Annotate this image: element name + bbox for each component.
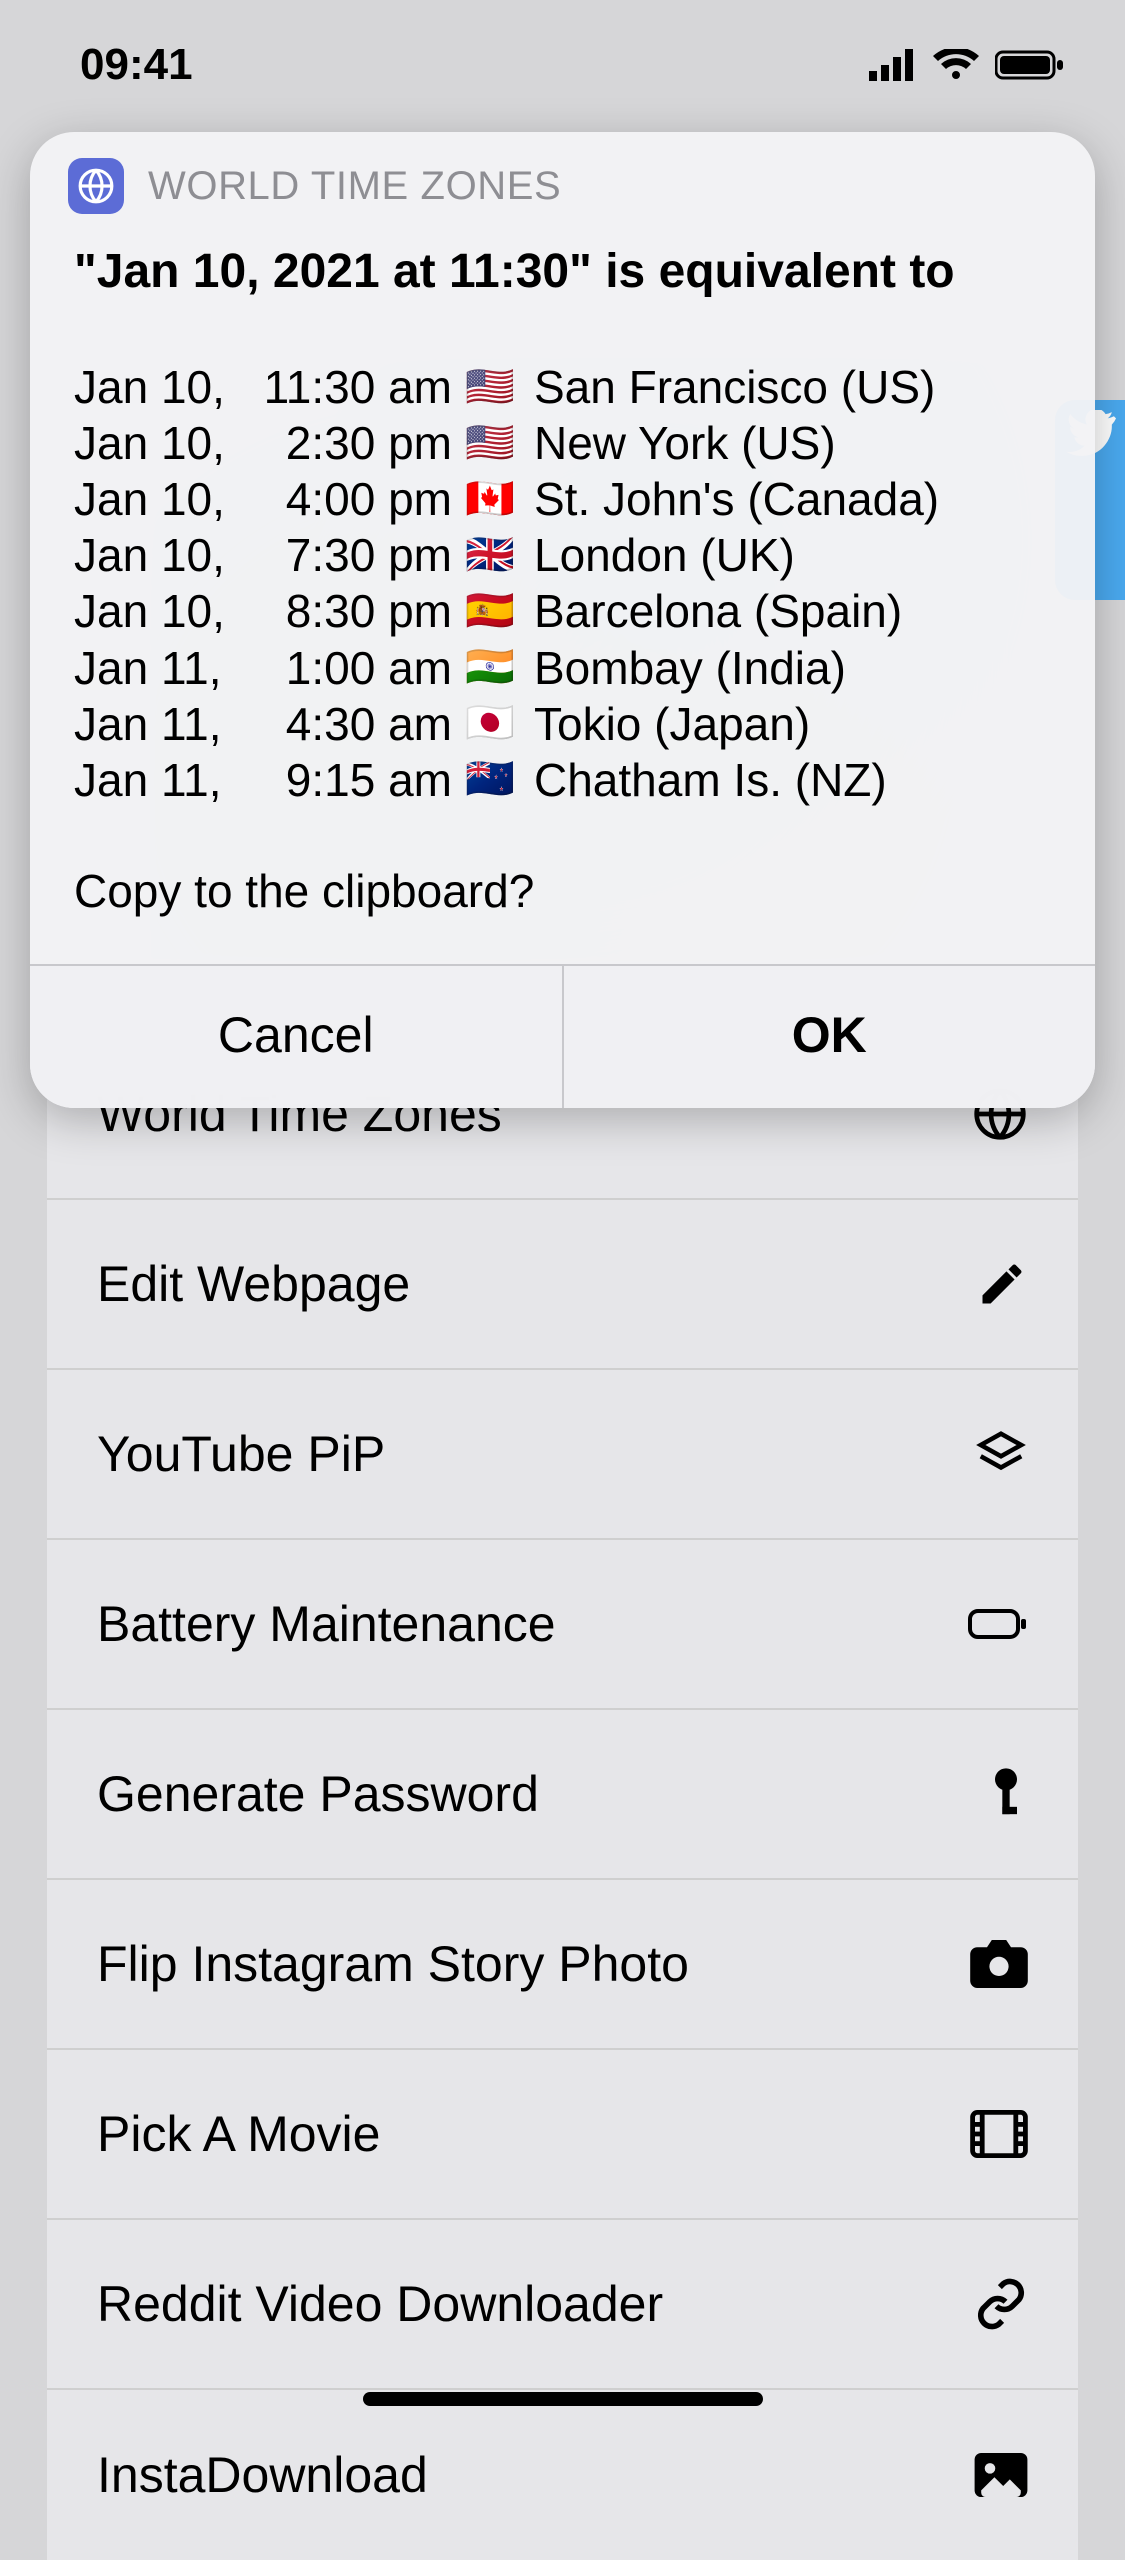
tz-date: Jan 11, (74, 752, 244, 808)
tz-city: Chatham Is. (NZ) (520, 752, 887, 808)
tz-city: New York (US) (520, 415, 836, 471)
list-item[interactable]: Reddit Video Downloader (47, 2220, 1078, 2390)
app-globe-icon (68, 158, 124, 214)
battery-icon (968, 1607, 1028, 1641)
flag-icon: 🇨🇦 (460, 475, 520, 524)
flag-icon: 🇺🇸 (460, 363, 520, 412)
tz-city: San Francisco (US) (520, 359, 935, 415)
tz-date: Jan 10, (74, 583, 244, 639)
battery-icon (995, 49, 1065, 81)
tz-city: Tokio (Japan) (520, 696, 810, 752)
tz-time: 1:00 am (244, 640, 460, 696)
flag-icon: 🇪🇸 (460, 587, 520, 636)
flag-icon: 🇯🇵 (460, 699, 520, 748)
layers-icon (974, 1427, 1028, 1481)
cellular-icon (869, 49, 917, 81)
alert-dialog: WORLD TIME ZONES "Jan 10, 2021 at 11:30"… (30, 132, 1095, 1108)
tz-date: Jan 10, (74, 527, 244, 583)
timezone-row: Jan 11,1:00 am🇮🇳Bombay (India) (74, 640, 1051, 696)
list-item[interactable]: Edit Webpage (47, 1200, 1078, 1370)
copy-prompt: Copy to the clipboard? (74, 864, 1051, 918)
shortcut-label: Battery Maintenance (97, 1595, 556, 1653)
timezone-row: Jan 10,7:30 pm🇬🇧London (UK) (74, 527, 1051, 583)
shortcut-label: Pick A Movie (97, 2105, 380, 2163)
list-item[interactable]: InstaDownload (47, 2390, 1078, 2560)
tz-date: Jan 10, (74, 415, 244, 471)
list-item[interactable]: Generate Password (47, 1710, 1078, 1880)
list-item[interactable]: Pick A Movie (47, 2050, 1078, 2220)
list-item[interactable]: Battery Maintenance (47, 1540, 1078, 1710)
tz-date: Jan 10, (74, 471, 244, 527)
image-icon (974, 2453, 1028, 2497)
film-icon (970, 2110, 1028, 2158)
alert-body: "Jan 10, 2021 at 11:30" is equivalent to… (30, 226, 1095, 954)
shortcut-label: Generate Password (97, 1765, 539, 1823)
alert-header: WORLD TIME ZONES (30, 132, 1095, 226)
tz-date: Jan 10, (74, 359, 244, 415)
timezone-row: Jan 10,4:00 pm🇨🇦St. John's (Canada) (74, 471, 1051, 527)
timezone-row: Jan 10,11:30 am🇺🇸San Francisco (US) (74, 359, 1051, 415)
tz-time: 9:15 am (244, 752, 460, 808)
flag-icon: 🇮🇳 (460, 643, 520, 692)
shortcut-label: InstaDownload (97, 2446, 428, 2504)
shortcut-label: Edit Webpage (97, 1255, 410, 1313)
pencil-icon (976, 1258, 1028, 1310)
timezone-row: Jan 11,4:30 am🇯🇵Tokio (Japan) (74, 696, 1051, 752)
shortcut-label: Reddit Video Downloader (97, 2275, 663, 2333)
shortcut-label: YouTube PiP (97, 1425, 385, 1483)
tz-city: St. John's (Canada) (520, 471, 939, 527)
alert-buttons: Cancel OK (30, 964, 1095, 1108)
shortcut-list: World Time Zones Edit Webpage YouTube Pi… (47, 1030, 1078, 2560)
tz-time: 11:30 am (244, 359, 460, 415)
alert-title: "Jan 10, 2021 at 11:30" is equivalent to (74, 244, 1051, 299)
tz-time: 4:30 am (244, 696, 460, 752)
list-item[interactable]: Flip Instagram Story Photo (47, 1880, 1078, 2050)
timezone-row: Jan 10,2:30 pm🇺🇸New York (US) (74, 415, 1051, 471)
status-time: 09:41 (80, 40, 193, 90)
list-item[interactable]: YouTube PiP (47, 1370, 1078, 1540)
shortcut-label: Flip Instagram Story Photo (97, 1935, 689, 1993)
status-bar: 09:41 (0, 0, 1125, 130)
tz-city: Barcelona (Spain) (520, 583, 902, 639)
camera-icon (970, 1940, 1028, 1988)
flag-icon: 🇳🇿 (460, 755, 520, 804)
timezone-row: Jan 10,8:30 pm🇪🇸Barcelona (Spain) (74, 583, 1051, 639)
tz-time: 8:30 pm (244, 583, 460, 639)
key-icon (984, 1766, 1028, 1822)
timezone-list: Jan 10,11:30 am🇺🇸San Francisco (US)Jan 1… (74, 359, 1051, 808)
link-icon (974, 2277, 1028, 2331)
cancel-button[interactable]: Cancel (30, 966, 562, 1108)
wifi-icon (933, 49, 979, 81)
status-indicators (869, 49, 1065, 81)
alert-app-name: WORLD TIME ZONES (148, 164, 561, 209)
flag-icon: 🇺🇸 (460, 419, 520, 468)
tz-city: Bombay (India) (520, 640, 846, 696)
tz-time: 2:30 pm (244, 415, 460, 471)
timezone-row: Jan 11,9:15 am🇳🇿Chatham Is. (NZ) (74, 752, 1051, 808)
flag-icon: 🇬🇧 (460, 531, 520, 580)
tz-date: Jan 11, (74, 696, 244, 752)
ok-button[interactable]: OK (562, 966, 1096, 1108)
tz-city: London (UK) (520, 527, 795, 583)
tz-time: 4:00 pm (244, 471, 460, 527)
tz-time: 7:30 pm (244, 527, 460, 583)
tz-date: Jan 11, (74, 640, 244, 696)
home-indicator[interactable] (363, 2392, 763, 2406)
